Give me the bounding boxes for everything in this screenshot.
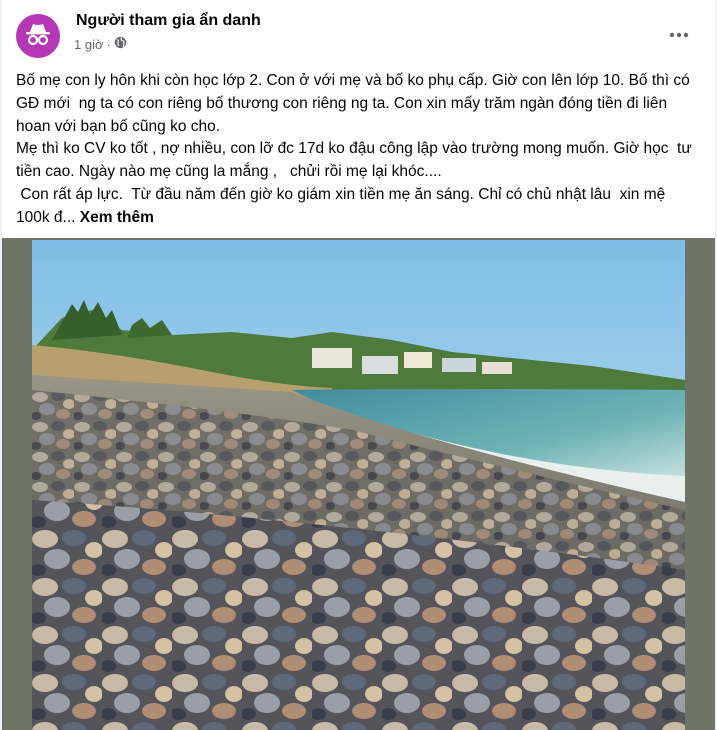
incognito-icon: [23, 19, 53, 54]
see-more-link[interactable]: Xem thêm: [80, 209, 154, 226]
post-photo[interactable]: [32, 240, 685, 730]
globe-icon[interactable]: [114, 36, 127, 52]
post-meta: 1 giờ ·: [74, 36, 127, 52]
post-text: Bố mẹ con ly hôn khi còn học lớp 2. Con …: [16, 70, 700, 230]
avatar[interactable]: [16, 14, 60, 58]
post-photo-frame: [2, 238, 715, 730]
author-name[interactable]: Người tham gia ẩn danh: [76, 12, 261, 30]
feed-post: Người tham gia ẩn danh 1 giờ · Bố mẹ con…: [2, 0, 715, 730]
more-options-button[interactable]: [667, 24, 691, 44]
post-paragraph: Con rất áp lực. Từ đầu năm đến giờ ko gi…: [16, 184, 700, 230]
post-header: Người tham gia ẩn danh 1 giờ ·: [16, 12, 701, 58]
post-paragraph: Bố mẹ con ly hôn khi còn học lớp 2. Con …: [16, 72, 695, 135]
more-horizontal-icon: [669, 25, 689, 43]
post-time[interactable]: 1 giờ: [74, 37, 104, 52]
post-paragraph: Mẹ thì ko CV ko tốt , nợ nhiều, con lỡ đ…: [16, 140, 697, 181]
